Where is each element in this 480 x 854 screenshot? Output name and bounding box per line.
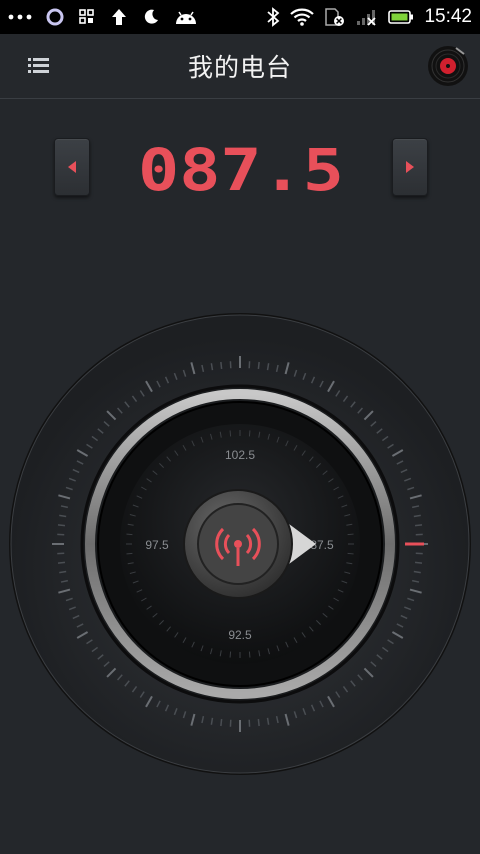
tuning-dial[interactable]: 102.5 97.5 87.5 92.5 <box>0 300 480 780</box>
triangle-left-icon <box>68 161 76 173</box>
wifi-icon <box>290 8 315 26</box>
dial-tick <box>257 361 260 370</box>
dial-face-tick <box>229 651 232 658</box>
android-icon <box>176 11 196 24</box>
prev-station-button[interactable] <box>54 138 90 196</box>
dial-tick <box>57 561 66 564</box>
status-bar: 15:42 <box>0 0 480 34</box>
dial-tick <box>220 361 223 370</box>
dial-face-tick <box>229 430 232 437</box>
triangle-right-icon <box>406 161 414 173</box>
vinyl-record-icon <box>428 46 468 86</box>
battery-icon <box>388 10 414 24</box>
sim-off-icon <box>325 8 345 26</box>
status-time: 15:42 <box>424 6 472 27</box>
moon-icon <box>144 9 158 24</box>
signal-off-icon <box>357 10 377 26</box>
dial-face-tick <box>347 533 354 536</box>
dial-label-top: 102.5 <box>225 448 255 462</box>
dial-label-bottom: 92.5 <box>228 628 252 642</box>
page-title: 我的电台 <box>187 53 292 82</box>
dial-tick <box>257 718 260 727</box>
frequency-display: 087.5 <box>138 138 344 198</box>
dial-face-tick <box>126 552 133 555</box>
dial-tick <box>57 524 66 527</box>
dial-label-left: 97.5 <box>145 538 169 552</box>
dial-tick <box>220 718 223 727</box>
grid-app-icon <box>79 9 94 24</box>
next-station-button[interactable] <box>392 138 428 196</box>
record-button[interactable] <box>426 44 470 88</box>
upload-arrow-icon <box>112 9 126 25</box>
more-dots-icon <box>8 14 32 20</box>
app-bar: 我的电台 <box>0 34 480 99</box>
dial-face-tick <box>347 552 354 555</box>
frequency-row: 087.5 <box>0 120 480 220</box>
dial-tick <box>414 561 423 564</box>
dial-tick <box>414 524 423 527</box>
frequency-text: 087.5 <box>138 138 344 198</box>
dial-face-tick <box>126 533 133 536</box>
dial-face-tick <box>248 430 251 437</box>
dial-face-tick <box>248 651 251 658</box>
bluetooth-icon <box>267 7 280 27</box>
circle-ring-icon <box>46 8 64 26</box>
